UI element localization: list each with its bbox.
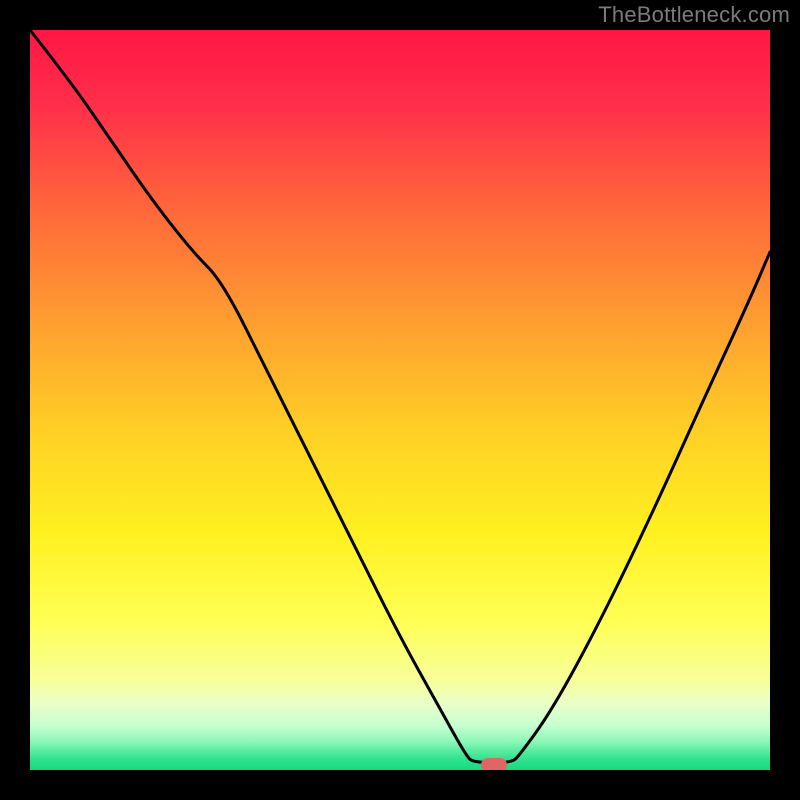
plot-area — [30, 30, 770, 770]
optimal-marker — [481, 758, 507, 770]
chart-frame: TheBottleneck.com — [0, 0, 800, 800]
attribution-label: TheBottleneck.com — [598, 2, 790, 28]
bottleneck-curve — [30, 30, 770, 770]
